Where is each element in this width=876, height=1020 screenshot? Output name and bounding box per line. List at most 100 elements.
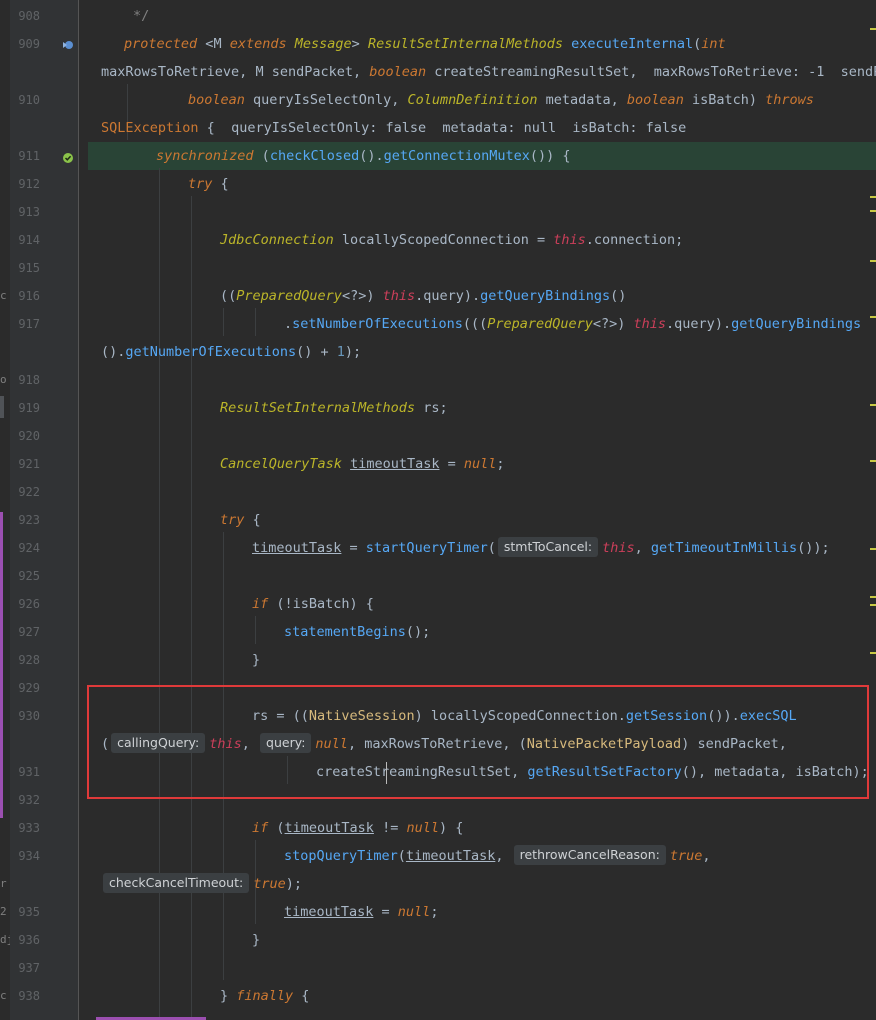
code-line-928[interactable]: } [252,646,260,674]
token: ; [430,904,439,920]
line-number: 929 [18,681,40,695]
line-number: 913 [18,205,40,219]
left-strip-char: c [0,289,7,302]
line-number: 927 [18,625,40,639]
line-number: 930 [18,709,40,723]
token: (). [101,344,126,360]
this-token: this [553,232,586,248]
type-token: CancelQueryTask [220,456,342,472]
line-number: 909 [18,37,40,51]
token: <?>) [341,288,383,304]
boolean-token: true [669,848,703,864]
left-strip-char: o [0,373,7,386]
line-number: 911 [18,149,40,163]
keyword-token: try [220,512,245,528]
scrollbar-marker[interactable] [870,652,876,654]
null-token: null [463,456,497,472]
variable-token: timeoutTask [252,540,342,556]
code-line-924[interactable]: timeoutTask = startQueryTimer(stmtToCanc… [252,534,830,562]
token: = [439,456,464,472]
implements-icon[interactable] [62,36,74,49]
token: locallyScopedConnection = [333,232,554,248]
scrollbar-marker[interactable] [870,404,876,406]
code-line-933[interactable]: if (timeoutTask != null) { [252,814,463,842]
line-number: 920 [18,429,40,443]
method-call-token: getQueryBindings [731,316,862,332]
null-token: null [397,904,431,920]
scrollbar-marker[interactable] [870,210,876,212]
line-number: 919 [18,401,40,415]
method-call-token: getQueryBindings [480,288,611,304]
code-line-914[interactable]: JdbcConnection locallyScopedConnection =… [220,226,683,254]
token: } [252,932,261,948]
line-number: 925 [18,569,40,583]
token: { [244,512,261,528]
code-line-909[interactable]: protected <M extends Message> ResultSetI… [124,30,726,58]
code-line-917[interactable]: .setNumberOfExecutions(((PreparedQuery<?… [284,310,861,338]
gutter-divider [78,0,79,1020]
code-line-934[interactable]: stopQueryTimer(timeoutTask, rethrowCance… [284,842,711,870]
token: { [293,988,310,1004]
token: > [351,36,360,52]
code-line-938[interactable]: } finally { [220,982,309,1010]
code-line-912[interactable]: try { [188,170,229,198]
scrollbar-marker[interactable] [870,548,876,550]
line-number: 931 [18,765,40,779]
keyword-token: finally [236,988,294,1004]
scrollbar-marker[interactable] [870,596,876,598]
code-editor[interactable]: c o r 2 dj c 908 909 910 911 912 913 914… [0,0,876,1020]
scrollbar-marker[interactable] [870,260,876,262]
code-line-936[interactable]: } [252,926,260,954]
token: ) { [438,820,464,836]
type-param-token: M [213,36,222,52]
token: ()); [797,540,830,556]
code-line-917-wrap[interactable]: ().getNumberOfExecutions() + 1); [101,338,361,366]
token: . [284,316,293,332]
this-token: this [382,288,416,304]
line-number: 936 [18,933,40,947]
text-caret [386,762,387,784]
type-token: ResultSetInternalMethods [220,400,416,416]
code-line-916[interactable]: ((PreparedQuery<?>) this.query).getQuery… [220,282,626,310]
comment-token: */ [133,8,150,24]
scrollbar-marker[interactable] [870,604,876,606]
type-token: PreparedQuery [236,288,342,304]
method-call-token: setNumberOfExecutions [292,316,463,332]
code-line-909-wrap[interactable]: maxRowsToRetrieve, M sendPacket, boolean… [101,58,876,86]
line-number: 923 [18,513,40,527]
keyword-token: boolean [626,92,684,108]
token: sendPacket, [263,64,370,80]
code-line-908[interactable]: */ [133,2,149,30]
code-line-911[interactable]: synchronized (checkClosed().getConnectio… [156,142,571,170]
parameter-hint: stmtToCancel: [497,537,599,557]
line-number: 922 [18,485,40,499]
scrollbar-marker[interactable] [870,316,876,318]
keyword-token: protected [124,36,198,52]
scrollbar-marker[interactable] [870,196,876,198]
keyword-token: extends [229,36,287,52]
scrollbar-marker[interactable] [870,460,876,462]
token: , [495,848,512,864]
code-line-923[interactable]: try { [220,506,261,534]
code-line-934-wrap[interactable]: checkCancelTimeout: true); [101,870,302,898]
inline-debug-value: queryIsSelectOnly: false metadata: null … [214,120,687,136]
method-call-token: stopQueryTimer [284,848,398,864]
code-line-910[interactable]: boolean queryIsSelectOnly, ColumnDefinit… [188,86,814,114]
check-icon[interactable] [62,149,74,163]
keyword-token: if [252,820,269,836]
code-line-926[interactable]: if (!isBatch) { [252,590,374,618]
code-line-910-wrap[interactable]: SQLException { queryIsSelectOnly: false … [101,114,686,142]
token: ; [496,456,505,472]
code-line-921[interactable]: CancelQueryTask timeoutTask = null; [220,450,505,478]
scrollbar-marker[interactable] [870,28,876,30]
left-strip-char: r [0,877,7,890]
parameter-hint: rethrowCancelReason: [513,845,666,865]
left-strip-change-bar [0,512,3,818]
line-number: 937 [18,961,40,975]
line-number: 935 [18,905,40,919]
code-line-935[interactable]: timeoutTask = null; [284,898,438,926]
token: isBatch) [683,92,766,108]
code-line-927[interactable]: statementBegins(); [284,618,430,646]
code-line-919[interactable]: ResultSetInternalMethods rs; [220,394,448,422]
line-number: 908 [18,9,40,23]
